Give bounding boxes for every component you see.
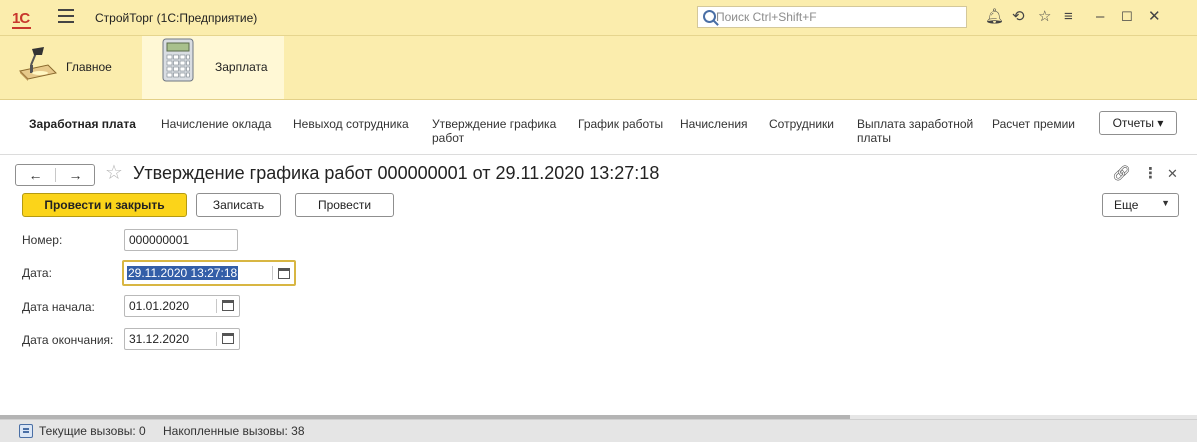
func-bonus-calculation[interactable]: Расчет премии [992,117,1075,131]
func-salary-accrual[interactable]: Начисление оклада [161,117,271,131]
settings-menu-icon[interactable]: ≡ [1064,9,1073,25]
bell-icon[interactable]: 🔔︎ [985,9,1004,25]
functions-panel: Заработная плата Начисление оклада Невых… [0,100,1197,155]
func-schedule-approval[interactable]: Утверждение графика работ [432,117,556,145]
back-arrow-icon[interactable]: ← [16,165,55,185]
chevron-down-icon: ▼ [1161,198,1170,208]
minimize-icon[interactable]: – [1096,9,1104,25]
func-salary-payment[interactable]: Выплата заработной платы [857,117,973,145]
functions-section-title[interactable]: Заработная плата [29,117,136,131]
section-main[interactable]: Главное [0,36,142,99]
more-button-label: Еще [1114,198,1139,212]
date-field[interactable]: 29.11.2020 13:27:18 [122,260,296,286]
title-bar: 1С СтройТорг (1С:Предприятие) 🔔︎ ⟲ ☆ ≡ –… [0,0,1197,36]
start-date-label: Дата начала: [22,300,95,314]
history-icon[interactable]: ⟲ [1012,9,1025,25]
accumulated-calls: Накопленные вызовы: 38 [163,424,305,438]
end-date-field[interactable]: 31.12.2020 [124,328,240,350]
end-date-label: Дата окончания: [22,333,114,347]
link-icon[interactable]: 🔗︎ [1112,166,1131,182]
close-form-icon[interactable]: ✕ [1167,166,1178,182]
section-label: Главное [66,60,112,74]
more-button[interactable]: Еще ▼ [1102,193,1179,217]
main-menu-icon[interactable] [58,9,74,23]
calendar-icon[interactable] [222,300,234,311]
favorite-star-icon[interactable]: ☆ [105,161,123,185]
desk-lamp-icon [18,47,58,81]
calendar-icon[interactable] [222,333,234,344]
search-icon [703,10,716,23]
sections-panel: Главное Зарплата [0,36,1197,100]
calls-icon[interactable] [19,424,33,438]
number-field[interactable]: 000000001 [124,229,238,251]
calculator-icon [162,38,194,82]
calendar-icon[interactable] [278,268,290,279]
search-input[interactable] [716,9,956,25]
status-bar: Текущие вызовы: 0 Накопленные вызовы: 38 [0,419,1197,442]
app-title: СтройТорг (1С:Предприятие) [95,11,258,25]
maximize-icon[interactable]: ☐ [1121,9,1133,25]
post-button[interactable]: Провести [295,193,394,217]
func-work-schedule[interactable]: График работы [578,117,663,131]
divider [216,299,217,313]
forward-arrow-icon[interactable]: → [56,165,95,185]
func-employees[interactable]: Сотрудники [769,117,834,131]
func-employee-absence[interactable]: Невыход сотрудника [293,117,409,131]
divider [272,266,273,280]
more-actions-icon[interactable]: ⋮ [1143,166,1158,182]
current-calls: Текущие вызовы: 0 [39,424,146,438]
start-date-field[interactable]: 01.01.2020 [124,295,240,317]
date-label: Дата: [22,266,52,280]
close-window-icon[interactable]: ✕ [1148,9,1161,25]
global-search[interactable] [697,6,967,28]
save-button[interactable]: Записать [196,193,281,217]
section-salary[interactable]: Зарплата [142,36,284,99]
start-date-value[interactable]: 01.01.2020 [129,299,189,313]
section-label: Зарплата [215,60,268,74]
end-date-value[interactable]: 31.12.2020 [129,332,189,346]
page-title: Утверждение графика работ 000000001 от 2… [133,163,660,183]
nav-buttons: ← → [15,164,95,186]
reports-button[interactable]: Отчеты ▾ [1099,111,1177,135]
number-label: Номер: [22,233,63,247]
post-and-close-button[interactable]: Провести и закрыть [22,193,187,217]
1c-logo: 1С [12,10,32,29]
date-value[interactable]: 29.11.2020 13:27:18 [127,266,239,280]
func-accruals[interactable]: Начисления [680,117,748,131]
divider [216,332,217,346]
favorites-star-icon[interactable]: ☆ [1038,9,1051,25]
